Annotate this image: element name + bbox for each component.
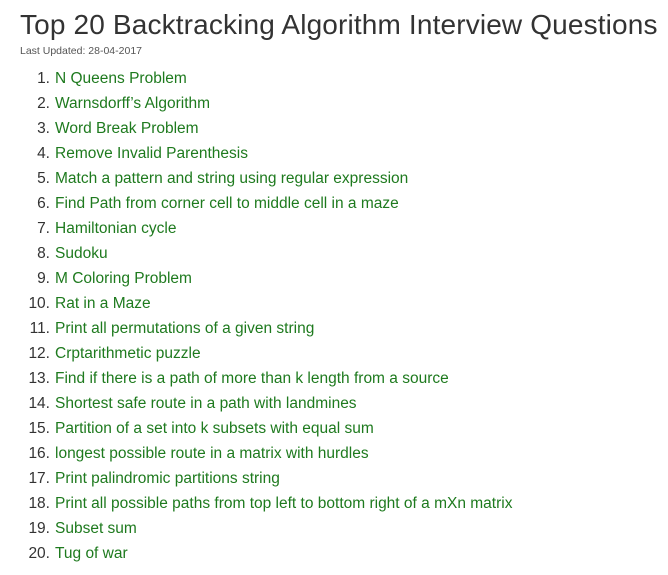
list-item: 14. Shortest safe route in a path with la…	[20, 391, 668, 416]
question-link[interactable]: N Queens Problem	[55, 66, 187, 91]
list-item: 4. Remove Invalid Parenthesis	[20, 141, 668, 166]
question-link[interactable]: Print palindromic partitions string	[55, 466, 280, 491]
list-item: 7. Hamiltonian cycle	[20, 216, 668, 241]
list-item-number: 16.	[28, 445, 50, 462]
question-link[interactable]: Remove Invalid Parenthesis	[55, 141, 248, 166]
list-item-number: 3.	[37, 120, 50, 137]
list-item: 18. Print all possible paths from top lef…	[20, 491, 668, 516]
list-item: 12. Crptarithmetic puzzle	[20, 341, 668, 366]
list-item-number: 19.	[28, 520, 50, 537]
question-link[interactable]: Hamiltonian cycle	[55, 216, 176, 241]
list-item-number: 12.	[28, 345, 50, 362]
list-item-number: 15.	[28, 420, 50, 437]
list-item-number: 6.	[37, 195, 50, 212]
question-link[interactable]: Tug of war	[55, 541, 128, 566]
last-updated: Last Updated: 28-04-2017	[20, 45, 143, 57]
list-item: 3. Word Break Problem	[20, 116, 668, 141]
list-item-number: 18.	[28, 495, 50, 512]
list-item: 8. Sudoku	[20, 241, 668, 266]
list-item-number: 7.	[37, 220, 50, 237]
question-link[interactable]: Crptarithmetic puzzle	[55, 341, 201, 366]
list-item: 15. Partition of a set into k subsets wit…	[20, 416, 668, 441]
question-link[interactable]: Warnsdorff’s Algorithm	[55, 91, 210, 116]
question-list: 1. N Queens Problem 2. Warnsdorff’s Algorit…	[20, 66, 668, 566]
page-title: Top 20 Backtracking Algorithm Interview …	[20, 9, 658, 40]
list-item-number: 10.	[28, 295, 50, 312]
list-item: 1. N Queens Problem	[20, 66, 668, 91]
list-item-number: 17.	[28, 470, 50, 487]
list-item: 13. Find if there is a path of more than …	[20, 366, 668, 391]
list-item-number: 13.	[28, 370, 50, 387]
list-item-number: 9.	[37, 270, 50, 287]
list-item: 6. Find Path from corner cell to middle c…	[20, 191, 668, 216]
question-link[interactable]: M Coloring Problem	[55, 266, 192, 291]
list-item: 19. Subset sum	[20, 516, 668, 541]
question-link[interactable]: Partition of a set into k subsets with e…	[55, 416, 374, 441]
question-link[interactable]: Print all possible paths from top left t…	[55, 491, 512, 516]
question-link[interactable]: Subset sum	[55, 516, 137, 541]
article: Top 20 Backtracking Algorithm Interview …	[0, 0, 668, 575]
list-item: 10. Rat in a Maze	[20, 291, 668, 316]
list-item-number: 20.	[28, 545, 50, 562]
list-item: 5. Match a pattern and string using regul…	[20, 166, 668, 191]
question-link[interactable]: Shortest safe route in a path with landm…	[55, 391, 357, 416]
list-item: 11. Print all permutations of a given str…	[20, 316, 668, 341]
list-item-number: 11.	[29, 320, 50, 337]
list-item-number: 8.	[37, 245, 50, 262]
list-item-number: 14.	[28, 395, 50, 412]
question-link[interactable]: longest possible route in a matrix with …	[55, 441, 369, 466]
question-link[interactable]: Sudoku	[55, 241, 108, 266]
list-item: 2. Warnsdorff’s Algorithm	[20, 91, 668, 116]
list-item-number: 1.	[37, 70, 50, 87]
question-link[interactable]: Rat in a Maze	[55, 291, 151, 316]
list-item-number: 2.	[37, 95, 50, 112]
question-link[interactable]: Print all permutations of a given string	[55, 316, 314, 341]
list-item: 20. Tug of war	[20, 541, 668, 566]
question-link[interactable]: Match a pattern and string using regular…	[55, 166, 408, 191]
question-link[interactable]: Find Path from corner cell to middle cel…	[55, 191, 399, 216]
list-item-number: 5.	[37, 170, 50, 187]
question-link[interactable]: Word Break Problem	[55, 116, 199, 141]
list-item: 9. M Coloring Problem	[20, 266, 668, 291]
question-link[interactable]: Find if there is a path of more than k l…	[55, 366, 449, 391]
list-item-number: 4.	[37, 145, 50, 162]
list-item: 16. longest possible route in a matrix wi…	[20, 441, 668, 466]
list-item: 17. Print palindromic partitions string	[20, 466, 668, 491]
